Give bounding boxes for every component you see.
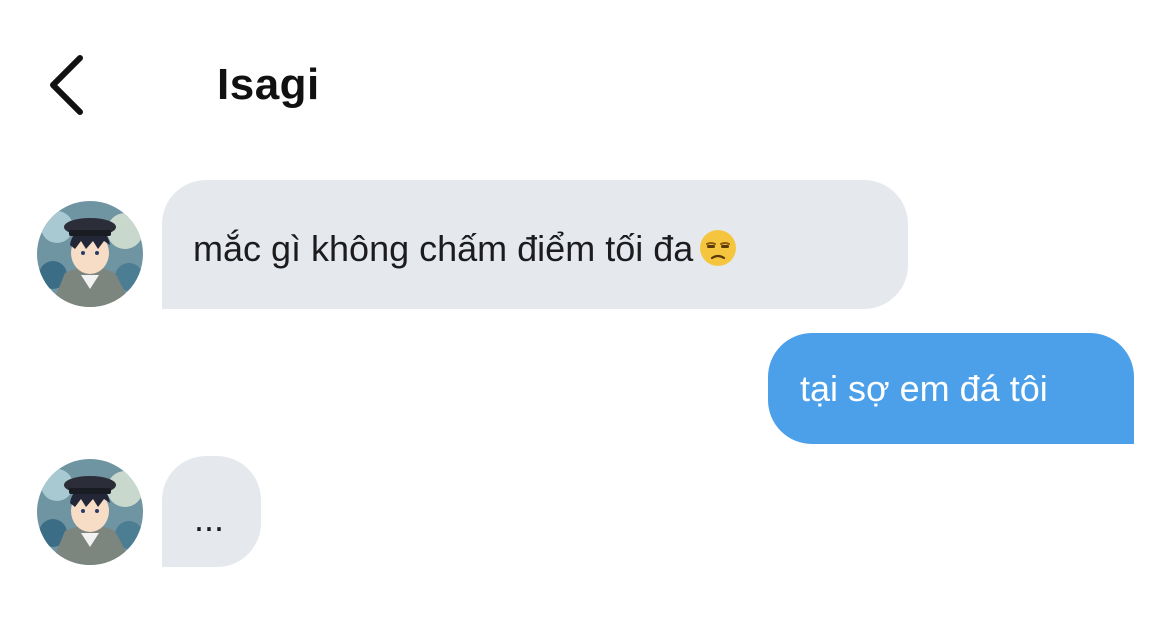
- contact-name[interactable]: Isagi: [217, 57, 320, 113]
- message-bubble-outgoing[interactable]: tại sợ em đá tôi: [768, 333, 1134, 444]
- chat-screen: Isagi mắc gì không chấm điểm tối đa tại …: [0, 0, 1170, 634]
- message-text: tại sợ em đá tôi: [800, 368, 1048, 409]
- unamused-face-emoji-icon: [699, 229, 737, 267]
- message-bubble-incoming[interactable]: mắc gì không chấm điểm tối đa: [162, 180, 908, 309]
- message-text: mắc gì không chấm điểm tối đa: [193, 228, 694, 269]
- back-button[interactable]: [40, 52, 96, 118]
- message-bubble-incoming[interactable]: ...: [162, 456, 261, 567]
- message-text: ...: [194, 498, 225, 539]
- avatar[interactable]: [37, 459, 143, 565]
- avatar[interactable]: [37, 201, 143, 307]
- chevron-left-icon: [40, 52, 96, 118]
